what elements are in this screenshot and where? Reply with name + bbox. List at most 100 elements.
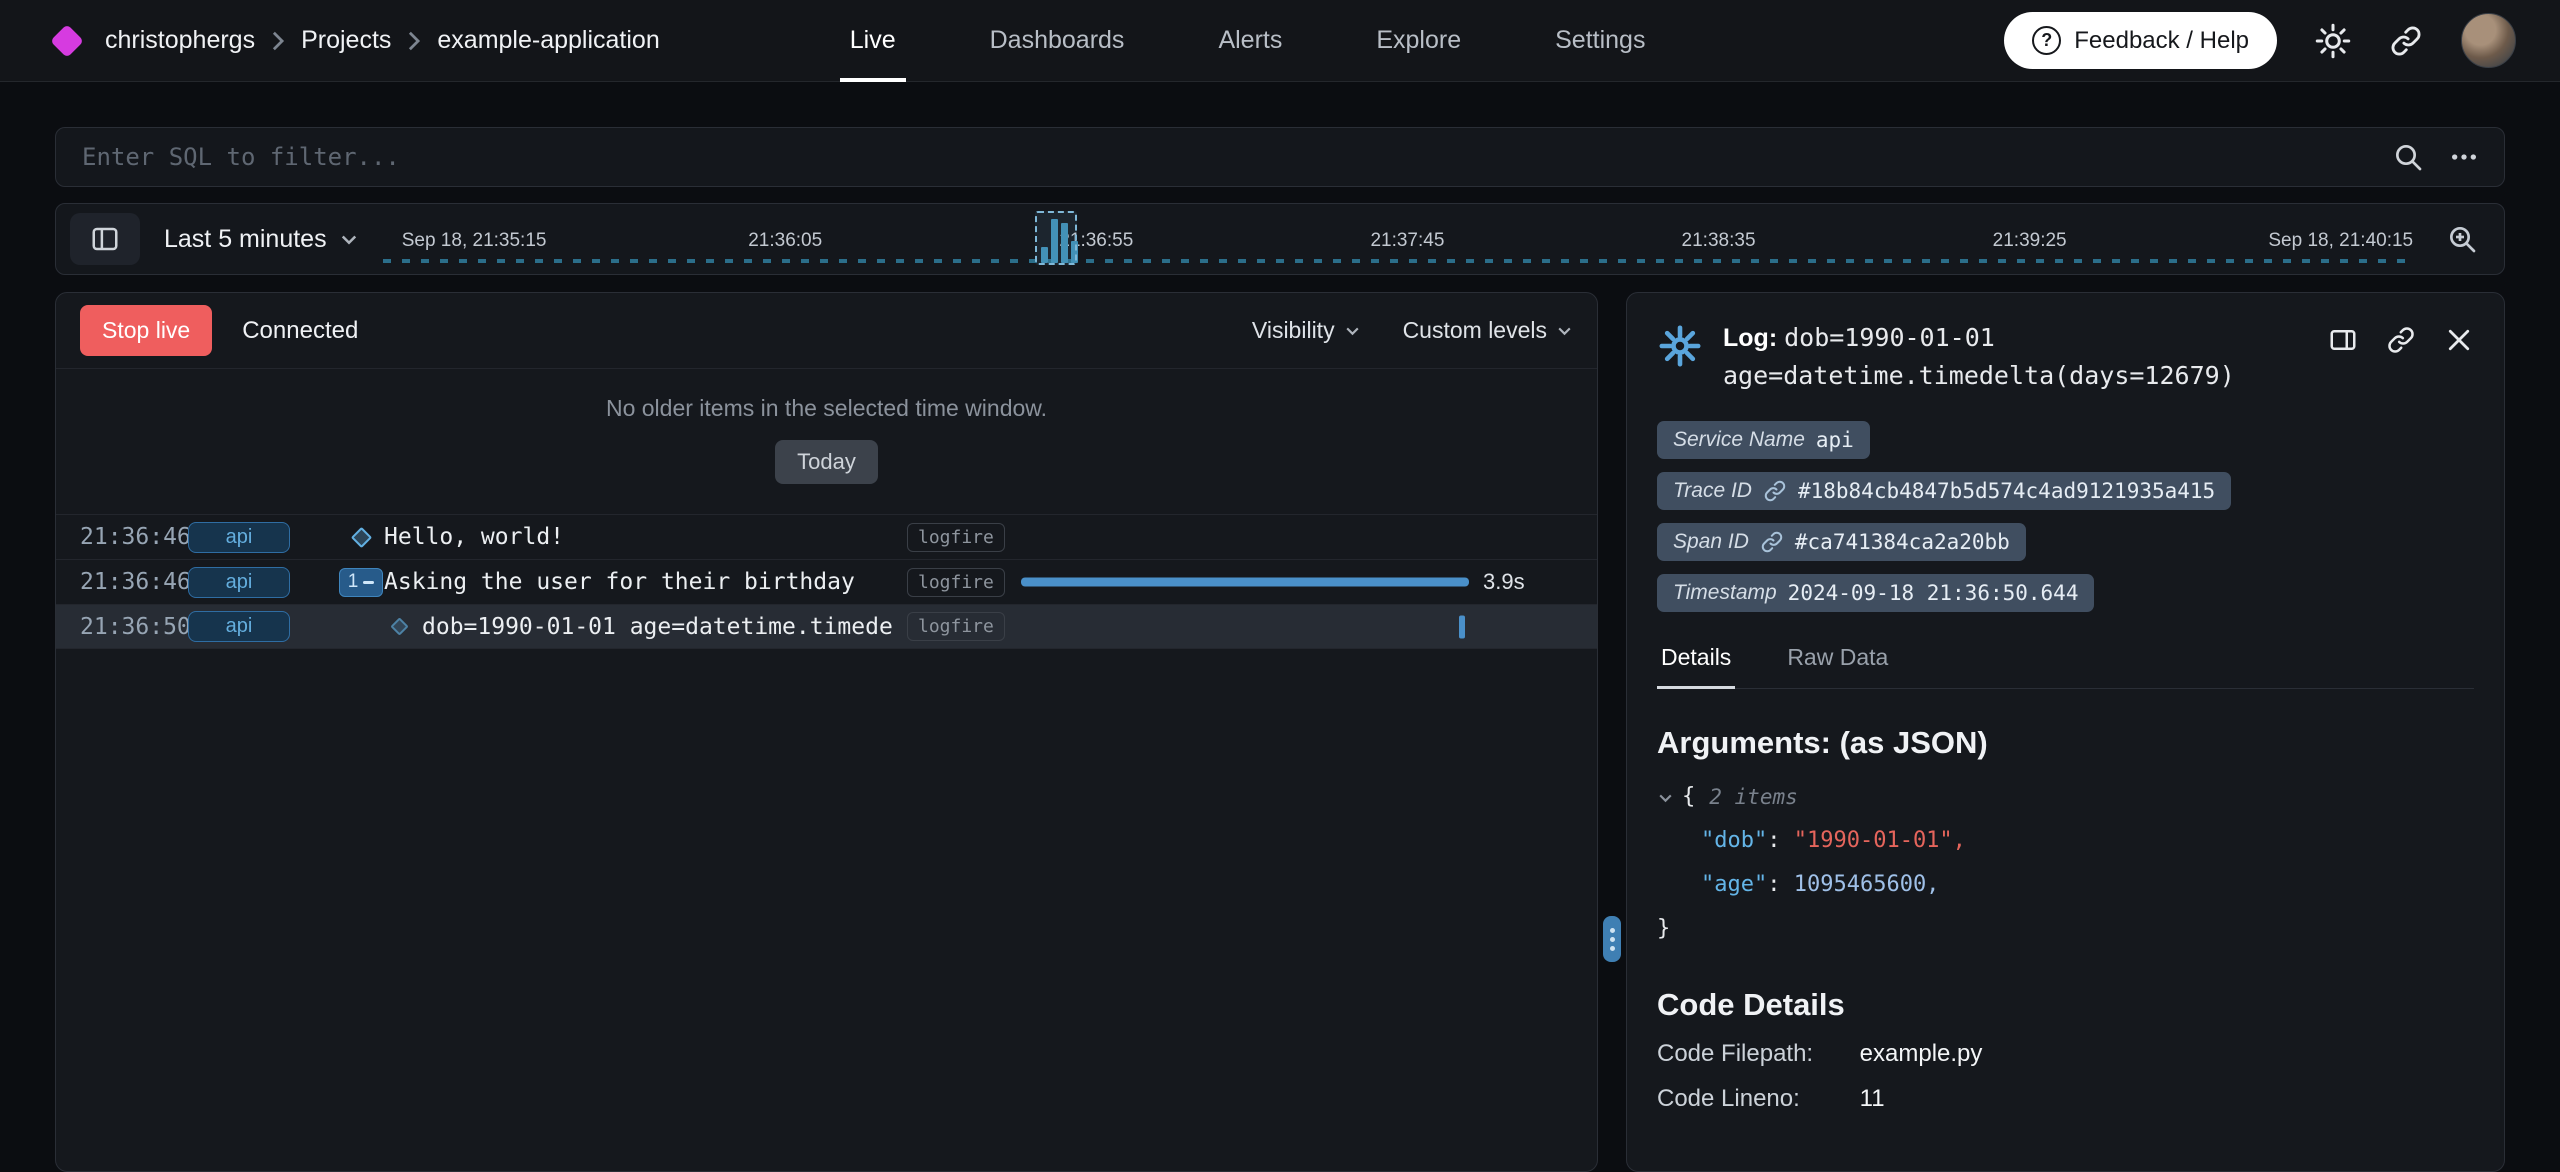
panel-resizer-handle[interactable] (1603, 916, 1621, 962)
code-filepath-value: example.py (1860, 1040, 1983, 1067)
search-icon (2392, 141, 2424, 173)
log-list-header: Stop live Connected Visibility Custom le… (56, 293, 1597, 369)
toggle-panel-view-button[interactable] (2328, 325, 2358, 355)
zoom-in-icon (2446, 223, 2478, 255)
log-time: 21:36:46 (56, 569, 188, 595)
service-tag[interactable]: api (188, 522, 290, 553)
service-tag[interactable]: api (188, 611, 290, 642)
scope-tag[interactable]: logfire (907, 568, 1005, 597)
json-separator: : (1767, 819, 1794, 863)
nav-tab-settings[interactable]: Settings (1555, 0, 1645, 82)
detail-title: Log: dob=1990-01-01 age=datetime.timedel… (1723, 319, 2303, 395)
chevron-down-icon (1344, 322, 1361, 339)
stop-live-button[interactable]: Stop live (80, 305, 212, 356)
nav-tab-explore[interactable]: Explore (1376, 0, 1461, 82)
log-time: 21:36:46 (56, 524, 188, 550)
chevron-right-icon (271, 30, 285, 52)
attribute-value: #ca741384ca2a20bb (1795, 530, 2010, 554)
chevron-down-icon (1556, 322, 1573, 339)
close-detail-button[interactable] (2444, 325, 2474, 355)
log-time: 21:36:50 (56, 614, 188, 640)
tick-label: Sep 18, 21:35:15 (402, 230, 547, 252)
top-navbar: christophergs Projects example-applicati… (0, 0, 2560, 82)
custom-levels-label: Custom levels (1403, 317, 1547, 344)
nav-tab-live[interactable]: Live (850, 0, 896, 82)
empty-window-message: No older items in the selected time wind… (56, 395, 1597, 422)
json-open-brace: { (1682, 775, 1695, 819)
question-mark-icon: ? (2032, 26, 2061, 55)
service-tag[interactable]: api (188, 567, 290, 598)
sql-filter-input[interactable] (80, 142, 2368, 172)
attribute-value: #18b84cb4847b5d574c4ad9121935a415 (1798, 479, 2215, 503)
json-string-value: "1990-01-01", (1794, 819, 1966, 863)
copy-link-button[interactable] (2386, 325, 2416, 355)
tab-raw-data[interactable]: Raw Data (1783, 642, 1892, 688)
breadcrumb: christophergs Projects example-applicati… (105, 26, 660, 55)
json-viewer: { 2 items "dob": "1990-01-01", "age": 10… (1657, 775, 2474, 951)
duration-cell (1017, 515, 1597, 559)
json-collapse-chevron-icon[interactable] (1657, 789, 1674, 806)
timeline-bar: Last 5 minutes Sep 18, 21:35:15 21:36:05… (55, 203, 2505, 275)
breadcrumb-projects[interactable]: Projects (301, 26, 391, 55)
log-detail-panel: Log: dob=1990-01-01 age=datetime.timedel… (1626, 292, 2505, 1172)
log-level-icon (1657, 323, 1703, 369)
timeline-baseline (383, 259, 2416, 263)
attribute-label: Service Name (1673, 428, 1805, 452)
log-row[interactable]: 21:36:46 api Hello, world! logfire (56, 514, 1597, 559)
sql-filter-bar (55, 127, 2505, 187)
link-icon (1760, 530, 1784, 554)
chevron-right-icon (407, 30, 421, 52)
nav-tab-dashboards[interactable]: Dashboards (990, 0, 1125, 82)
tick-label: 21:36:05 (748, 230, 822, 252)
zoom-in-button[interactable] (2440, 222, 2484, 256)
feedback-help-button[interactable]: ? Feedback / Help (2004, 12, 2277, 69)
share-link-button[interactable] (2389, 24, 2423, 58)
ellipsis-icon (2448, 141, 2480, 173)
today-button[interactable]: Today (775, 440, 878, 484)
json-number-value: 1095465600, (1794, 863, 1940, 907)
time-range-dropdown[interactable]: Last 5 minutes (164, 225, 359, 254)
detail-tabs: Details Raw Data (1657, 642, 2474, 689)
tick-label: Sep 18, 21:40:15 (2268, 230, 2413, 252)
timeline-selection[interactable] (1035, 211, 1077, 265)
more-options-button[interactable] (2448, 141, 2480, 173)
nav-tab-alerts[interactable]: Alerts (1218, 0, 1282, 82)
log-message: Hello, world! (384, 524, 907, 550)
collapse-minus-icon (363, 581, 374, 584)
visibility-label: Visibility (1252, 317, 1335, 344)
search-button[interactable] (2392, 141, 2424, 173)
duration-cell (1017, 605, 1597, 648)
link-icon (2386, 325, 2416, 355)
collapse-children-badge[interactable]: 1 (339, 568, 383, 597)
time-range-label: Last 5 minutes (164, 225, 327, 254)
log-row[interactable]: 21:36:46 api 1 Asking the user for their… (56, 559, 1597, 604)
close-icon (2444, 325, 2474, 355)
json-key: "age" (1701, 863, 1767, 907)
theme-toggle-button[interactable] (2315, 23, 2351, 59)
attribute-pill-service-name[interactable]: Service Name api (1657, 421, 1870, 459)
log-row-selected[interactable]: 21:36:50 api dob=1990-01-01 age=datetime… (56, 604, 1597, 649)
visibility-dropdown[interactable]: Visibility (1252, 317, 1361, 344)
chevron-down-icon (339, 229, 359, 249)
span-duration-bar (1021, 578, 1469, 587)
feedback-help-label: Feedback / Help (2074, 27, 2249, 55)
user-avatar[interactable] (2461, 13, 2516, 68)
custom-levels-dropdown[interactable]: Custom levels (1403, 317, 1573, 344)
tick-label: 21:38:35 (1682, 230, 1756, 252)
attribute-pill-trace-id[interactable]: Trace ID #18b84cb4847b5d574c4ad9121935a4… (1657, 472, 2231, 510)
tab-details[interactable]: Details (1657, 642, 1735, 689)
json-separator: : (1767, 863, 1794, 907)
scope-tag[interactable]: logfire (907, 523, 1005, 552)
sidebar-toggle-button[interactable] (70, 213, 140, 265)
logfire-logo-icon[interactable] (50, 24, 84, 58)
code-lineno-label: Code Lineno: (1657, 1085, 1853, 1113)
timeline-track[interactable]: Sep 18, 21:35:15 21:36:05 21:36:55 21:37… (383, 204, 2416, 274)
attribute-value: 2024-09-18 21:36:50.644 (1788, 581, 2079, 605)
breadcrumb-project-name[interactable]: example-application (437, 26, 659, 55)
detail-title-message: dob=1990-01-01 age=datetime.timedelta(da… (1723, 323, 2235, 390)
breadcrumb-org[interactable]: christophergs (105, 26, 255, 55)
json-close-brace: } (1657, 907, 1670, 951)
attribute-pill-timestamp[interactable]: Timestamp 2024-09-18 21:36:50.644 (1657, 574, 2094, 612)
attribute-pill-span-id[interactable]: Span ID #ca741384ca2a20bb (1657, 523, 2026, 561)
scope-tag[interactable]: logfire (907, 612, 1005, 641)
